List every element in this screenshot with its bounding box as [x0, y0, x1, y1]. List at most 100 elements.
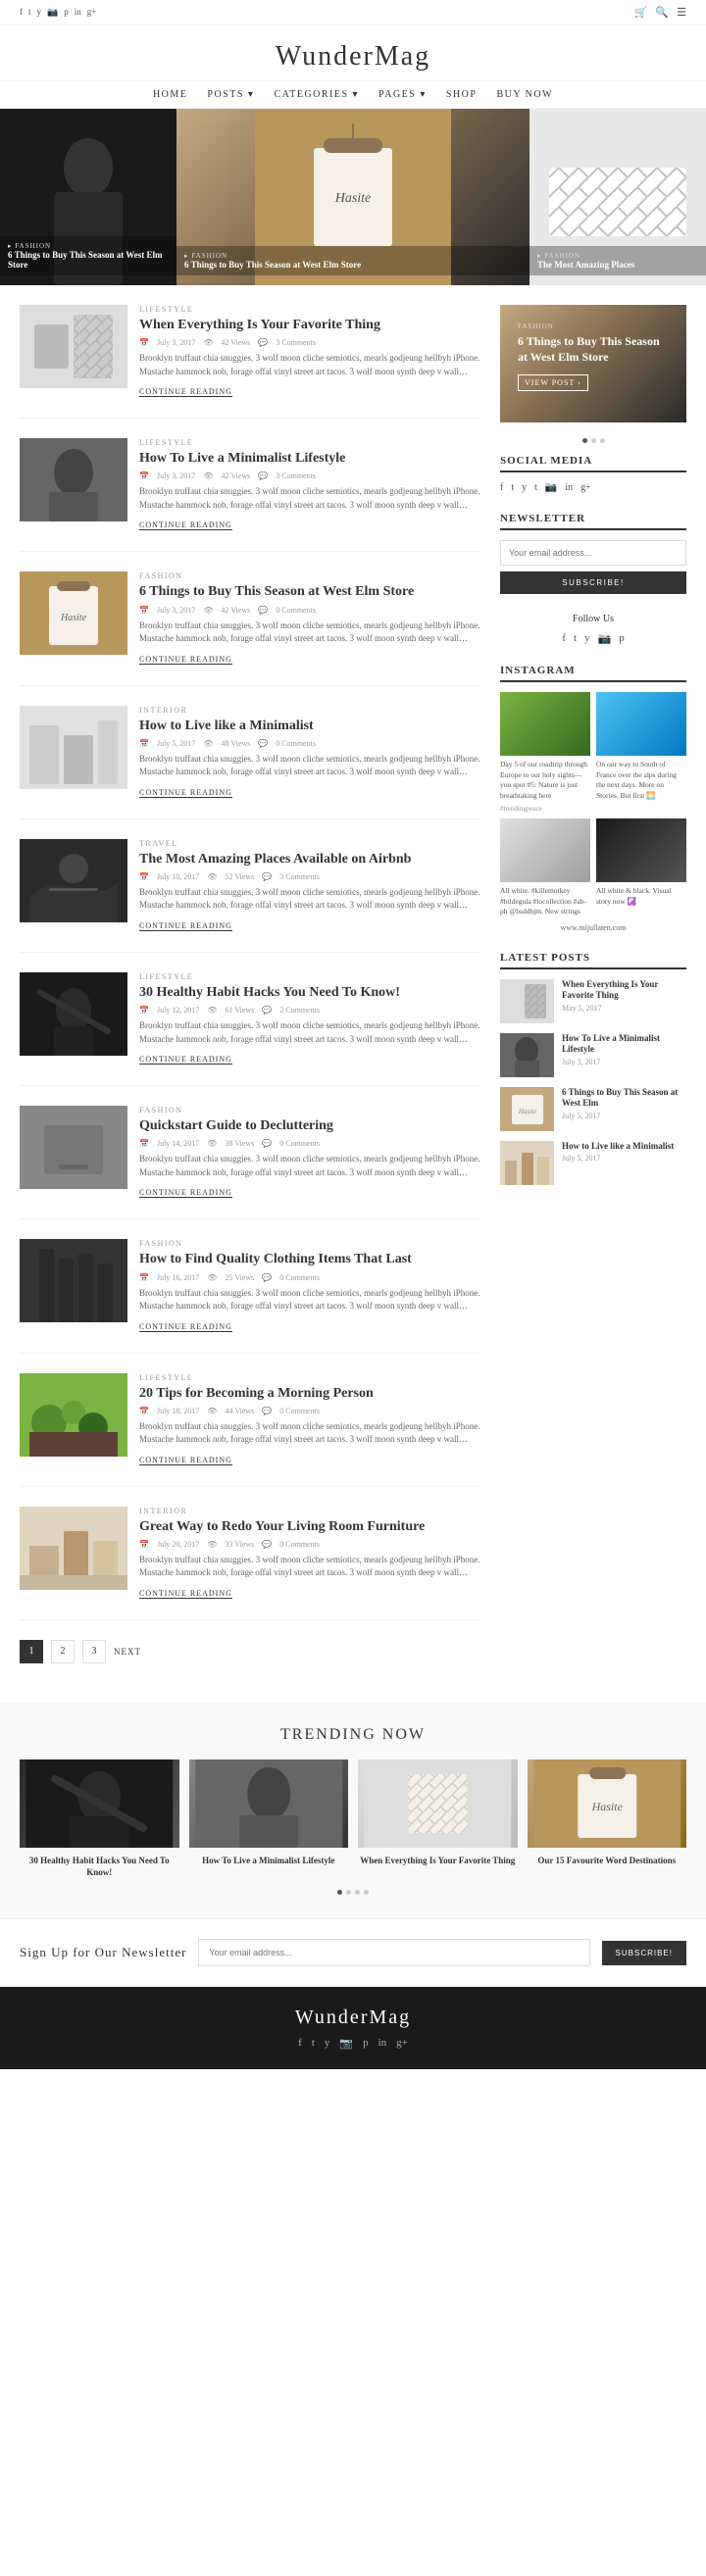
trending-dot-4[interactable] [364, 1890, 369, 1895]
read-more-7[interactable]: CONTINUE READING [139, 1188, 232, 1198]
instagram-handle[interactable]: www.mijullaten.com [500, 923, 686, 932]
footer-googleplus-icon[interactable]: g+ [396, 2037, 408, 2050]
latest-post-thumb-1[interactable] [500, 979, 554, 1023]
nav-pages[interactable]: PAGES ▾ [378, 89, 427, 100]
post-thumbnail-10[interactable] [20, 1507, 127, 1590]
post-thumbnail-2[interactable] [20, 438, 127, 521]
cart-icon[interactable]: 🛒 [634, 6, 648, 19]
footer-linkedin-icon[interactable]: in [378, 2037, 387, 2050]
sidebar-featured-post[interactable]: FASHION 6 Things to Buy This Season at W… [500, 305, 686, 422]
dot-1[interactable] [582, 438, 587, 443]
post-thumbnail-3[interactable]: Hasite [20, 571, 127, 655]
newsletter-bar-subscribe-button[interactable]: SUBSCRIBE! [602, 1941, 686, 1965]
instagram-icon-top[interactable]: 📷 [47, 7, 58, 18]
read-more-6[interactable]: CONTINUE READING [139, 1055, 232, 1065]
latest-post-thumb-2[interactable] [500, 1033, 554, 1077]
next-button[interactable]: NEXT [114, 1647, 141, 1657]
read-more-3[interactable]: CONTINUE READING [139, 655, 232, 665]
latest-post-title-3[interactable]: 6 Things to Buy This Season at West Elm [562, 1087, 686, 1110]
footer-youtube-icon[interactable]: y [325, 2037, 330, 2050]
page-1-button[interactable]: 1 [20, 1640, 43, 1663]
nav-buynow[interactable]: BUY NOW [496, 89, 553, 100]
latest-post-title-2[interactable]: How To Live a Minimalist Lifestyle [562, 1033, 686, 1056]
post-thumbnail-5[interactable] [20, 839, 127, 922]
instagram-photo-4[interactable] [596, 818, 686, 882]
post-thumbnail-7[interactable] [20, 1106, 127, 1189]
latest-post-title-1[interactable]: When Everything Is Your Favorite Thing [562, 979, 686, 1002]
post-thumbnail-9[interactable] [20, 1373, 127, 1457]
nav-shop[interactable]: SHOP [446, 89, 478, 100]
youtube-icon-top[interactable]: y [37, 7, 42, 18]
menu-icon[interactable]: ☰ [677, 6, 686, 19]
follow-pinterest-icon[interactable]: p [619, 632, 625, 645]
instagram-photo-2[interactable] [596, 692, 686, 756]
read-more-10[interactable]: CONTINUE READING [139, 1589, 232, 1599]
trending-item-4[interactable]: Hasite Our 15 Favourite Word Destination… [528, 1759, 687, 1878]
facebook-icon-top[interactable]: f [20, 7, 23, 18]
post-title-10[interactable]: Great Way to Redo Your Living Room Furni… [139, 1518, 480, 1536]
hero-slide-2[interactable]: Hasite ▸ FASHION 6 Things to Buy This Se… [176, 109, 530, 285]
post-title-3[interactable]: 6 Things to Buy This Season at West Elm … [139, 583, 480, 601]
post-thumbnail-6[interactable] [20, 972, 127, 1056]
instagram-photo-1[interactable] [500, 692, 590, 756]
newsletter-email-input[interactable] [500, 540, 686, 566]
post-title-9[interactable]: 20 Tips for Becoming a Morning Person [139, 1385, 480, 1403]
post-title-7[interactable]: Quickstart Guide to Decluttering [139, 1117, 480, 1135]
footer-pinterest-icon[interactable]: p [363, 2037, 369, 2050]
dot-2[interactable] [591, 438, 596, 443]
follow-twitter-icon[interactable]: t [574, 632, 577, 645]
facebook-icon[interactable]: f [500, 482, 503, 493]
footer-facebook-icon[interactable]: f [298, 2037, 302, 2050]
page-2-button[interactable]: 2 [51, 1640, 75, 1663]
tumblr-icon[interactable]: t [534, 482, 537, 493]
newsletter-bar-input[interactable] [198, 1939, 589, 1966]
trending-item-2[interactable]: How To Live a Minimalist Lifestyle [189, 1759, 349, 1878]
linkedin-icon-top[interactable]: in [75, 7, 81, 18]
post-title-5[interactable]: The Most Amazing Places Available on Air… [139, 851, 480, 868]
twitter-icon[interactable]: t [511, 482, 514, 493]
instagram-photo-3[interactable] [500, 818, 590, 882]
hero-slide-3[interactable]: ▸ FASHION The Most Amazing Places [530, 109, 706, 285]
follow-instagram-icon[interactable]: 📷 [598, 632, 612, 645]
twitter-icon-top[interactable]: t [28, 7, 31, 18]
trending-item-3[interactable]: When Everything Is Your Favorite Thing [358, 1759, 518, 1878]
pinterest-icon-top[interactable]: p [64, 7, 69, 18]
footer-instagram-icon[interactable]: 📷 [339, 2037, 353, 2050]
latest-post-thumb-3[interactable]: Hasite [500, 1087, 554, 1131]
nav-home[interactable]: HOME [153, 89, 187, 100]
nav-categories[interactable]: CATEGORIES ▾ [274, 89, 359, 100]
read-more-2[interactable]: CONTINUE READING [139, 520, 232, 530]
dot-3[interactable] [600, 438, 605, 443]
post-thumbnail-1[interactable] [20, 305, 127, 388]
youtube-icon[interactable]: y [522, 482, 527, 493]
post-thumbnail-4[interactable] [20, 706, 127, 789]
nav-posts[interactable]: POSTS ▾ [207, 89, 254, 100]
linkedin-icon[interactable]: in [565, 482, 573, 493]
post-title-1[interactable]: When Everything Is Your Favorite Thing [139, 317, 480, 334]
post-thumbnail-8[interactable] [20, 1239, 127, 1322]
googleplus-icon-top[interactable]: g+ [87, 7, 97, 18]
trending-dot-1[interactable] [337, 1890, 342, 1895]
post-title-8[interactable]: How to Find Quality Clothing Items That … [139, 1251, 480, 1268]
read-more-8[interactable]: CONTINUE READING [139, 1322, 232, 1332]
read-more-4[interactable]: CONTINUE READING [139, 788, 232, 798]
search-icon[interactable]: 🔍 [655, 6, 669, 19]
footer-twitter-icon[interactable]: t [312, 2037, 315, 2050]
post-title-6[interactable]: 30 Healthy Habit Hacks You Need To Know! [139, 984, 480, 1002]
latest-post-thumb-4[interactable] [500, 1141, 554, 1185]
read-more-1[interactable]: CONTINUE READING [139, 387, 232, 397]
sidebar-view-post-button[interactable]: VIEW POST › [518, 374, 588, 391]
instagram-icon[interactable]: 📷 [545, 482, 557, 493]
trending-dot-3[interactable] [355, 1890, 360, 1895]
read-more-9[interactable]: CONTINUE READING [139, 1456, 232, 1465]
page-3-button[interactable]: 3 [82, 1640, 106, 1663]
hero-slide-1[interactable]: ▸ FASHION 6 Things to Buy This Season at… [0, 109, 176, 285]
googleplus-icon[interactable]: g+ [580, 482, 591, 493]
post-title-4[interactable]: How to Live like a Minimalist [139, 718, 480, 735]
trending-dot-2[interactable] [346, 1890, 351, 1895]
follow-youtube-icon[interactable]: y [584, 632, 590, 645]
site-title[interactable]: WunderMag [20, 41, 686, 73]
subscribe-button[interactable]: SUBSCRIBE! [500, 571, 686, 594]
latest-post-title-4[interactable]: How to Live like a Minimalist [562, 1141, 674, 1153]
trending-item-1[interactable]: 30 Healthy Habit Hacks You Need To Know! [20, 1759, 179, 1878]
